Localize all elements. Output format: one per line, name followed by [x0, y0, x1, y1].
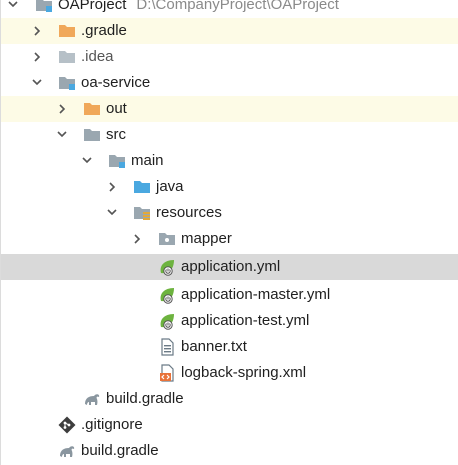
spring-config-icon	[160, 260, 174, 276]
tree-row-root[interactable]: OAProject D:\CompanyProject\OAProject	[1, 0, 458, 18]
tree-row-resources[interactable]: resources	[1, 200, 458, 226]
root-path: D:\CompanyProject\OAProject	[136, 0, 339, 13]
tree-label: application-master.yml	[181, 286, 331, 303]
tree-row-oa-service[interactable]: oa-service	[1, 70, 458, 96]
module-folder-icon	[36, 0, 52, 12]
tree-row-java[interactable]: java	[1, 174, 458, 200]
chevron-right-icon[interactable]	[56, 96, 68, 122]
tree-label: banner.txt	[181, 338, 247, 355]
tree-label: main	[131, 152, 164, 169]
text-file-icon	[161, 338, 174, 356]
tree-label: build.gradle	[81, 442, 159, 459]
excluded-folder-icon	[84, 103, 100, 115]
chevron-down-icon[interactable]	[106, 200, 118, 226]
tree-label: .gitignore	[81, 416, 143, 433]
tree-row-application-yml[interactable]: application.yml	[1, 254, 458, 280]
tree-row-application-test-yml[interactable]: application-test.yml	[1, 308, 458, 334]
resources-folder-icon	[134, 207, 150, 220]
tree-label: resources	[156, 204, 222, 221]
tree-row-idea[interactable]: .idea	[1, 44, 458, 70]
tree-row-banner-txt[interactable]: banner.txt	[1, 334, 458, 360]
tree-label: mapper	[181, 230, 232, 247]
tree-label: oa-service	[81, 74, 151, 91]
tree-row-logback-spring-xml[interactable]: logback-spring.xml	[1, 360, 458, 386]
gradle-icon	[60, 446, 75, 457]
excluded-folder-icon	[59, 25, 75, 37]
package-folder-icon	[159, 233, 175, 245]
tree-row-src[interactable]: src	[1, 122, 458, 148]
tree-label: build.gradle	[106, 390, 184, 407]
root-label: OAProject D:\CompanyProject\OAProject	[58, 0, 339, 18]
tree-row-main[interactable]: main	[1, 148, 458, 174]
tree-label: .gradle	[81, 22, 127, 39]
chevron-down-icon[interactable]	[56, 122, 68, 148]
module-folder-icon	[109, 155, 125, 168]
spring-config-icon	[160, 314, 174, 330]
tree-label: logback-spring.xml	[181, 364, 307, 381]
xml-file-icon	[160, 364, 174, 382]
git-icon	[58, 416, 76, 434]
tree-label: out	[106, 100, 127, 117]
chevron-right-icon[interactable]	[131, 226, 143, 252]
tree-label: .idea	[81, 48, 114, 65]
folder-icon	[84, 129, 100, 141]
spring-config-icon	[160, 288, 174, 304]
chevron-down-icon[interactable]	[81, 148, 93, 174]
chevron-right-icon[interactable]	[106, 174, 118, 200]
tree-row-gitignore[interactable]: .gitignore	[1, 412, 458, 438]
chevron-down-icon[interactable]	[31, 70, 43, 96]
tree-row-build-gradle-module[interactable]: build.gradle	[1, 386, 458, 412]
tree-row-application-master-yml[interactable]: application-master.yml	[1, 282, 458, 308]
source-folder-icon	[134, 181, 150, 193]
tree-row-mapper[interactable]: mapper	[1, 226, 458, 252]
root-name: OAProject	[58, 0, 127, 13]
tree-label: application-test.yml	[181, 312, 310, 329]
project-tree: OAProject D:\CompanyProject\OAProject .gr…	[0, 0, 458, 465]
module-folder-icon	[59, 77, 75, 90]
folder-icon	[59, 51, 75, 63]
tree-label: src	[106, 126, 126, 143]
chevron-right-icon[interactable]	[31, 18, 43, 44]
chevron-down-icon[interactable]	[7, 0, 19, 18]
tree-row-build-gradle-root[interactable]: build.gradle	[1, 438, 458, 464]
chevron-right-icon[interactable]	[31, 44, 43, 70]
tree-label: application.yml	[181, 258, 281, 275]
tree-row-out[interactable]: out	[1, 96, 458, 122]
tree-row-gradle-dir[interactable]: .gradle	[1, 18, 458, 44]
gradle-icon	[85, 394, 100, 405]
tree-label: java	[156, 178, 184, 195]
